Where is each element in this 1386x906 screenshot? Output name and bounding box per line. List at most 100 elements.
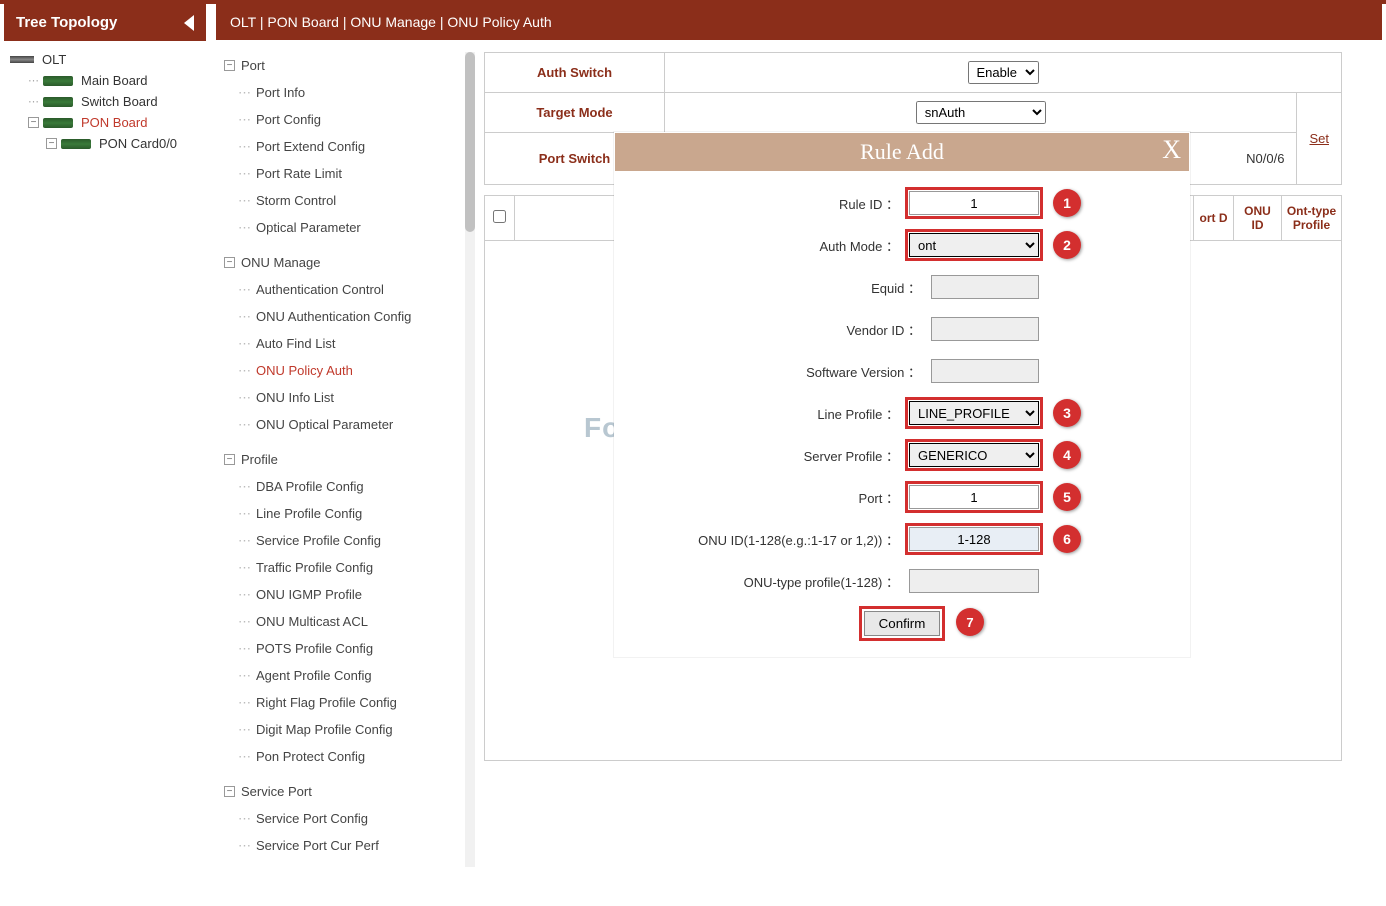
sidebar-header: Tree Topology bbox=[4, 4, 206, 41]
set-link[interactable]: Set bbox=[1309, 131, 1329, 146]
callout-4: 4 bbox=[1053, 441, 1081, 469]
subnav-item-port-extend[interactable]: Port Extend Config bbox=[216, 133, 475, 160]
subnav-item-port-config[interactable]: Port Config bbox=[216, 106, 475, 133]
subnav-item-auto-find[interactable]: Auto Find List bbox=[216, 330, 475, 357]
board-icon bbox=[43, 118, 73, 128]
subnav-group-title-onu[interactable]: − ONU Manage bbox=[216, 249, 475, 276]
auth-mode-label: Auth Mode bbox=[820, 236, 900, 255]
group-toggle-icon[interactable]: − bbox=[224, 454, 235, 465]
subnav-group-title-profile[interactable]: − Profile bbox=[216, 446, 475, 473]
subnav-item-traffic-profile[interactable]: Traffic Profile Config bbox=[216, 554, 475, 581]
auth-switch-select[interactable]: Enable bbox=[968, 61, 1039, 84]
tree-toggle-icon[interactable]: − bbox=[28, 117, 39, 128]
subnav-item-optical[interactable]: Optical Parameter bbox=[216, 214, 475, 241]
target-mode-label: Target Mode bbox=[485, 93, 665, 133]
sidebar-title: Tree Topology bbox=[16, 14, 117, 31]
rule-id-label: Rule ID bbox=[839, 194, 899, 213]
subnav-item-port-rate-limit[interactable]: Port Rate Limit bbox=[216, 160, 475, 187]
subnav-item-storm-control[interactable]: Storm Control bbox=[216, 187, 475, 214]
onu-type-profile-input bbox=[909, 569, 1039, 593]
subnav-item-multicast-acl[interactable]: ONU Multicast ACL bbox=[216, 608, 475, 635]
subnav-item-onu-auth-config[interactable]: ONU Authentication Config bbox=[216, 303, 475, 330]
form-area: ⌒ ForoISP Auth Switch Enable Target Mode bbox=[484, 52, 1382, 867]
callout-6: 6 bbox=[1053, 525, 1081, 553]
tree-item-main-board[interactable]: ⋯ Main Board bbox=[10, 70, 200, 91]
subnav-group-title-port[interactable]: − Port bbox=[216, 52, 475, 79]
server-profile-select[interactable]: GENERICO bbox=[909, 443, 1039, 467]
group-toggle-icon[interactable]: − bbox=[224, 786, 235, 797]
olt-icon bbox=[10, 56, 34, 63]
onu-type-profile-label: ONU-type profile(1-128) bbox=[744, 572, 899, 591]
col-onu-id: ONU ID bbox=[1234, 196, 1282, 241]
server-profile-label: Server Profile bbox=[804, 446, 899, 465]
breadcrumb: OLT | PON Board | ONU Manage | ONU Polic… bbox=[216, 4, 1382, 40]
card-icon bbox=[61, 139, 91, 149]
subnav-item-service-profile[interactable]: Service Profile Config bbox=[216, 527, 475, 554]
col-ort-d: ort D bbox=[1194, 196, 1234, 241]
onu-id-input[interactable] bbox=[909, 527, 1039, 551]
subnav-item-port-info[interactable]: Port Info bbox=[216, 79, 475, 106]
callout-1: 1 bbox=[1053, 189, 1081, 217]
group-toggle-icon[interactable]: − bbox=[224, 60, 235, 71]
main-panel: OLT | PON Board | ONU Manage | ONU Polic… bbox=[216, 4, 1382, 867]
callout-2: 2 bbox=[1053, 231, 1081, 259]
port-switch-value: N0/0/6 bbox=[1246, 151, 1284, 166]
subnav-item-auth-control[interactable]: Authentication Control bbox=[216, 276, 475, 303]
rule-add-modal: Rule Add X Rule ID 1 Auth Mode ont bbox=[614, 132, 1190, 657]
subnav: − Port Port Info Port Config Port Extend… bbox=[216, 52, 476, 867]
subnav-item-onu-policy-auth[interactable]: ONU Policy Auth bbox=[216, 357, 475, 384]
line-profile-select[interactable]: LINE_PROFILE bbox=[909, 401, 1039, 425]
subnav-group-profile: − Profile DBA Profile Config Line Profil… bbox=[216, 446, 475, 770]
callout-7: 7 bbox=[956, 608, 984, 636]
subnav-item-digit-map[interactable]: Digit Map Profile Config bbox=[216, 716, 475, 743]
port-label: Port bbox=[859, 488, 899, 507]
subnav-group-onu-manage: − ONU Manage Authentication Control ONU … bbox=[216, 249, 475, 438]
group-toggle-icon[interactable]: − bbox=[224, 257, 235, 268]
onu-id-label: ONU ID(1-128(e.g.:1-17 or 1,2)) bbox=[698, 530, 899, 549]
tree-item-pon-card[interactable]: − PON Card0/0 bbox=[10, 133, 200, 154]
target-mode-select[interactable]: snAuth bbox=[916, 101, 1046, 124]
tree-toggle-icon[interactable]: − bbox=[46, 138, 57, 149]
modal-title: Rule Add bbox=[860, 139, 944, 164]
subnav-item-pon-protect[interactable]: Pon Protect Config bbox=[216, 743, 475, 770]
subnav-item-right-flag[interactable]: Right Flag Profile Config bbox=[216, 689, 475, 716]
equid-input bbox=[931, 275, 1039, 299]
line-profile-label: Line Profile bbox=[817, 404, 899, 423]
subnav-item-pots-profile[interactable]: POTS Profile Config bbox=[216, 635, 475, 662]
vendor-id-input bbox=[931, 317, 1039, 341]
tree-item-switch-board[interactable]: ⋯ Switch Board bbox=[10, 91, 200, 112]
subnav-item-line-profile[interactable]: Line Profile Config bbox=[216, 500, 475, 527]
rule-id-input[interactable] bbox=[909, 191, 1039, 215]
tree-item-pon-board[interactable]: − PON Board bbox=[10, 112, 200, 133]
subnav-scrollbar[interactable] bbox=[465, 52, 475, 867]
subnav-group-service-port: − Service Port Service Port Config Servi… bbox=[216, 778, 475, 859]
col-ont-type: Ont-type Profile bbox=[1282, 196, 1342, 241]
tree-root-olt[interactable]: OLT bbox=[10, 49, 200, 70]
equid-label: Equid bbox=[871, 278, 921, 297]
subnav-item-service-port-perf[interactable]: Service Port Cur Perf bbox=[216, 832, 475, 859]
port-input[interactable] bbox=[909, 485, 1039, 509]
board-icon bbox=[43, 76, 73, 86]
select-all-checkbox[interactable] bbox=[493, 210, 506, 223]
modal-close-icon[interactable]: X bbox=[1162, 135, 1181, 165]
subnav-item-onu-info-list[interactable]: ONU Info List bbox=[216, 384, 475, 411]
subnav-group-port: − Port Port Info Port Config Port Extend… bbox=[216, 52, 475, 241]
subnav-item-agent-profile[interactable]: Agent Profile Config bbox=[216, 662, 475, 689]
auth-mode-select[interactable]: ont bbox=[909, 233, 1039, 257]
software-version-input bbox=[931, 359, 1039, 383]
subnav-item-igmp-profile[interactable]: ONU IGMP Profile bbox=[216, 581, 475, 608]
callout-3: 3 bbox=[1053, 399, 1081, 427]
sidebar-tree-topology: Tree Topology OLT ⋯ Main Board ⋯ Switch … bbox=[4, 4, 206, 867]
subnav-item-onu-optical[interactable]: ONU Optical Parameter bbox=[216, 411, 475, 438]
collapse-sidebar-icon[interactable] bbox=[184, 15, 194, 31]
subnav-group-title-service-port[interactable]: − Service Port bbox=[216, 778, 475, 805]
callout-5: 5 bbox=[1053, 483, 1081, 511]
board-icon bbox=[43, 97, 73, 107]
auth-switch-label: Auth Switch bbox=[485, 53, 665, 93]
modal-header: Rule Add X bbox=[615, 133, 1189, 171]
subnav-item-dba[interactable]: DBA Profile Config bbox=[216, 473, 475, 500]
subnav-item-service-port-config[interactable]: Service Port Config bbox=[216, 805, 475, 832]
software-version-label: Software Version bbox=[806, 362, 921, 381]
confirm-button[interactable]: Confirm bbox=[864, 611, 941, 636]
vendor-id-label: Vendor ID bbox=[847, 320, 921, 339]
